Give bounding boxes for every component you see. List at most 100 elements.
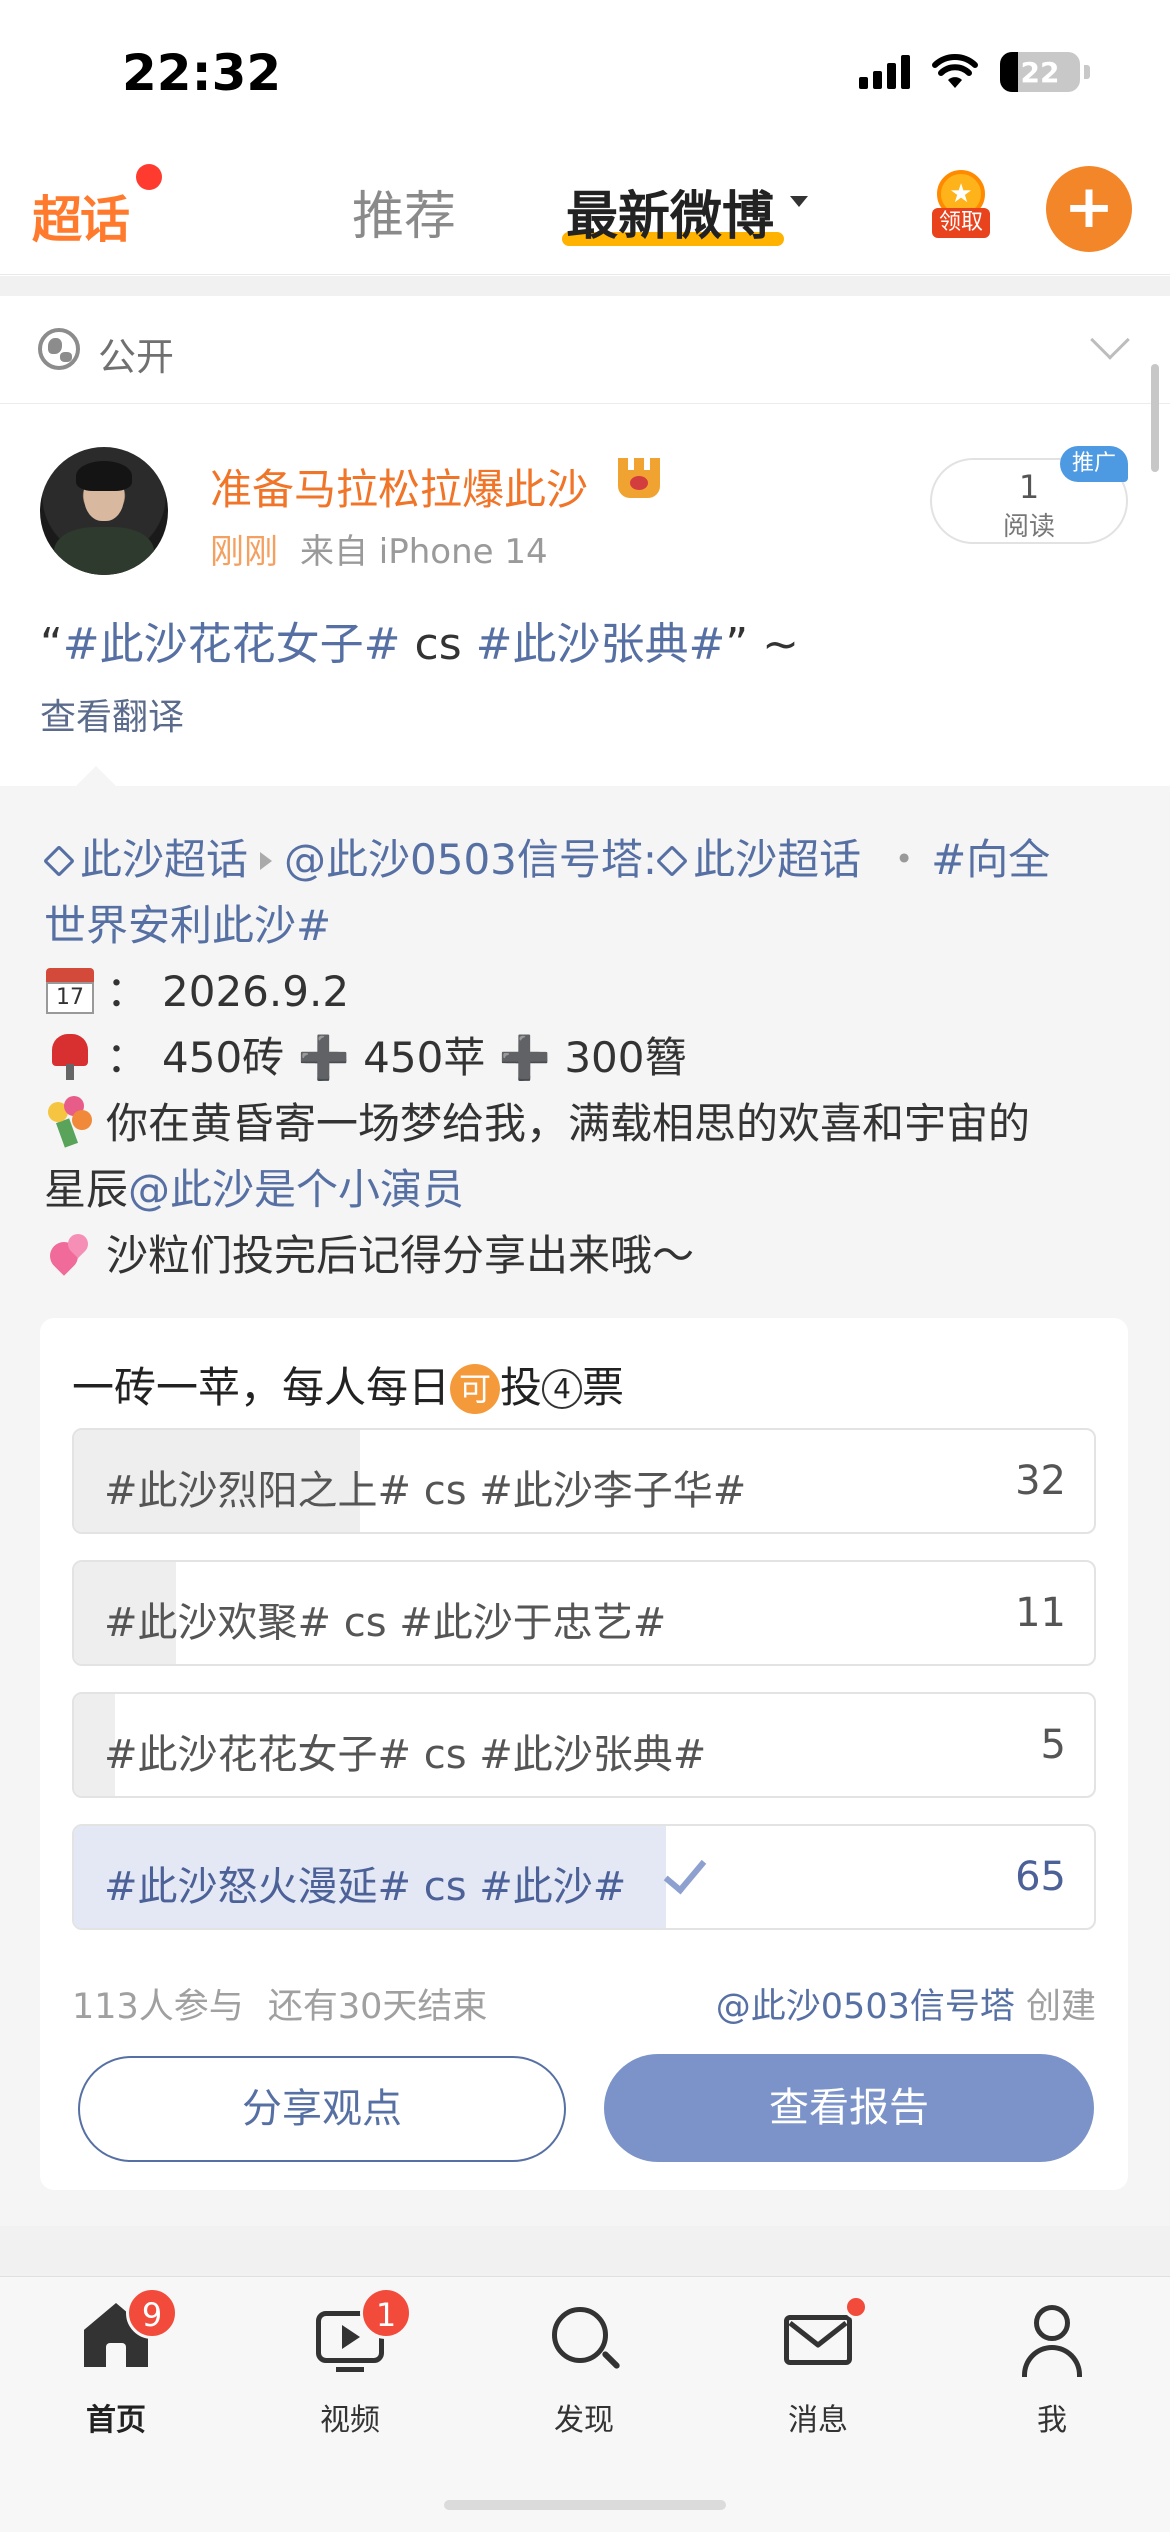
poll-option-count: 11	[1015, 1590, 1066, 1636]
tab-me-label: 我	[1037, 2403, 1067, 2438]
tab-messages[interactable]: 消息	[748, 2295, 888, 2451]
poll-option-count: 5	[1040, 1722, 1066, 1768]
post-text: “#此沙花花女子# cs #此沙张典#” ~	[40, 608, 799, 672]
search-icon	[544, 2301, 624, 2381]
calendar-icon: 17	[44, 964, 96, 1016]
bouquet-icon	[44, 1096, 96, 1148]
message-text-cont: 星辰	[44, 1165, 129, 1214]
visibility-selector[interactable]: 公开	[0, 296, 1170, 404]
diamond-icon	[656, 845, 688, 877]
view-translation-link[interactable]: 查看翻译	[40, 688, 184, 740]
person-icon	[1012, 2301, 1092, 2381]
repost-pointer	[76, 766, 116, 786]
read-label: 阅读	[1002, 512, 1055, 542]
compose-plus-button[interactable]: +	[1046, 166, 1132, 252]
promote-badge[interactable]: 推广	[1060, 446, 1128, 482]
poll-option-label: #此沙怒火漫延# cs #此沙#	[104, 1864, 627, 1910]
poll-meta: 113人参与 还有30天结束	[72, 1978, 487, 2029]
section-divider	[0, 2226, 1170, 2276]
poll-card: 一砖一苹，每人每日可投 4 票 #此沙烈阳之上# cs #此沙李子华# 32 #此沙…	[40, 1318, 1128, 2190]
home-indicator	[444, 2500, 726, 2510]
mention-link[interactable]: @此沙是个小演员	[128, 1165, 464, 1214]
post-text-cs: cs	[400, 619, 476, 670]
poll-option[interactable]: #此沙花花女子# cs #此沙张典# 5	[72, 1692, 1096, 1798]
poll-option-count: 65	[1015, 1854, 1066, 1900]
hashtag-link[interactable]: #向全	[931, 835, 1050, 884]
scrollbar[interactable]	[1151, 364, 1159, 472]
poll-title: 一砖一苹，每人每日可投 4 票	[72, 1354, 624, 1415]
status-bar: 22:32 22	[0, 0, 1170, 150]
requirement-text: 450砖 ➕ 450苹 ➕ 300簪	[162, 1033, 687, 1082]
hashtag-link[interactable]: #此沙张典#	[476, 619, 726, 670]
post-time: 刚刚	[210, 532, 278, 572]
tab-home-label: 首页	[86, 2403, 146, 2438]
tab-me[interactable]: 我	[982, 2301, 1122, 2451]
reminder-text: 沙粒们投完后记得分享出来哦～	[106, 1231, 695, 1280]
battery-tip	[1084, 65, 1090, 79]
visibility-label: 公开	[98, 335, 175, 379]
repost-hashtag-line: 世界安利此沙#	[44, 892, 331, 953]
top-nav: 超话 推荐 最新微博 ★ 领取 +	[0, 150, 1170, 275]
poll-title-number: 4	[542, 1369, 583, 1409]
supertopic-link[interactable]: 此沙超话	[80, 835, 248, 884]
message-text: 你在黄昏寄一场梦给我，满载相思的欢喜和宇宙的	[106, 1099, 1031, 1148]
repost-message-line-2: 星辰@此沙是个小演员	[44, 1156, 464, 1217]
poll-option-selected[interactable]: #此沙怒火漫延# cs #此沙# 65	[72, 1824, 1096, 1930]
share-opinion-button[interactable]: 分享观点	[78, 2056, 566, 2162]
tab-latest-weibo[interactable]: 最新微博	[566, 174, 774, 249]
tab-video[interactable]: 1 视频	[280, 2287, 420, 2451]
mail-icon	[778, 2295, 868, 2381]
author-avatar[interactable]	[40, 447, 168, 575]
tab-recommended[interactable]: 推荐	[352, 174, 456, 249]
poll-title-badge: 可	[450, 1364, 501, 1414]
tab-discover-label: 发现	[554, 2403, 614, 2438]
poll-option[interactable]: #此沙烈阳之上# cs #此沙李子华# 32	[72, 1428, 1096, 1534]
diamond-icon	[43, 845, 75, 877]
poll-title-mid: 投	[500, 1363, 543, 1412]
reward-label: 领取	[932, 208, 990, 238]
poll-option-label: #此沙欢聚# cs #此沙于忠艺#	[104, 1600, 667, 1646]
battery-icon: 22	[1000, 52, 1080, 92]
quote-close: ” ~	[725, 619, 800, 670]
poll-title-suffix: 票	[582, 1363, 625, 1412]
poll-option-count: 32	[1015, 1458, 1066, 1504]
post-source: 来自 iPhone 14	[300, 532, 548, 572]
hashtag-link[interactable]: 世界安利此沙#	[44, 901, 331, 950]
date-text: 2026.9.2	[162, 967, 350, 1016]
tab-video-label: 视频	[320, 2403, 380, 2438]
poll-option[interactable]: #此沙欢聚# cs #此沙于忠艺# 11	[72, 1560, 1096, 1666]
reward-claim-button[interactable]: ★ 领取	[932, 170, 990, 242]
checkmark-icon	[658, 1850, 706, 1898]
creator-link[interactable]: @此沙0503信号塔	[716, 1987, 1015, 2027]
poll-participants: 113人参与	[72, 1987, 244, 2027]
mention-link[interactable]: @此沙0503信号塔:	[284, 835, 657, 884]
globe-icon	[38, 328, 80, 370]
supertopic-logo[interactable]: 超话	[32, 180, 130, 252]
bottom-tab-bar: 9 首页 1 视频 发现 消息 我	[0, 2276, 1170, 2532]
video-icon: 1	[310, 2287, 412, 2381]
tab-discover[interactable]: 发现	[514, 2301, 654, 2451]
poll-creator: @此沙0503信号塔 创建	[716, 1978, 1096, 2029]
repost-requirement-line: ： 450砖 ➕ 450苹 ➕ 300簪	[44, 1024, 687, 1085]
author-name[interactable]: 准备马拉松拉爆此沙	[210, 456, 588, 517]
repost-message-line-1: 你在黄昏寄一场梦给我，满载相思的欢喜和宇宙的	[44, 1090, 1030, 1151]
hearts-icon	[44, 1228, 96, 1280]
notification-dot	[136, 164, 162, 190]
supertopic-link[interactable]: 此沙超话	[693, 835, 861, 884]
video-badge: 1	[360, 2287, 412, 2339]
crown-badge-icon	[616, 458, 662, 500]
poll-title-prefix: 一砖一苹，每人每日	[72, 1363, 451, 1412]
home-badge: 9	[126, 2287, 178, 2339]
hashtag-link[interactable]: #此沙花花女子#	[63, 619, 401, 670]
messages-dot-badge	[844, 2295, 868, 2319]
poll-option-label: #此沙烈阳之上# cs #此沙李子华#	[104, 1468, 747, 1514]
home-icon: 9	[76, 2287, 178, 2381]
view-report-button[interactable]: 查看报告	[604, 2054, 1094, 2162]
separator-dot: ・	[883, 835, 926, 884]
caret-down-icon[interactable]	[790, 196, 808, 207]
chevron-down-icon[interactable]	[1090, 320, 1130, 360]
tab-home[interactable]: 9 首页	[46, 2287, 186, 2451]
requirement-separator: ：	[106, 1033, 149, 1082]
repost-reminder-line: 沙粒们投完后记得分享出来哦～	[44, 1222, 694, 1283]
cellular-signal-icon	[859, 55, 910, 89]
